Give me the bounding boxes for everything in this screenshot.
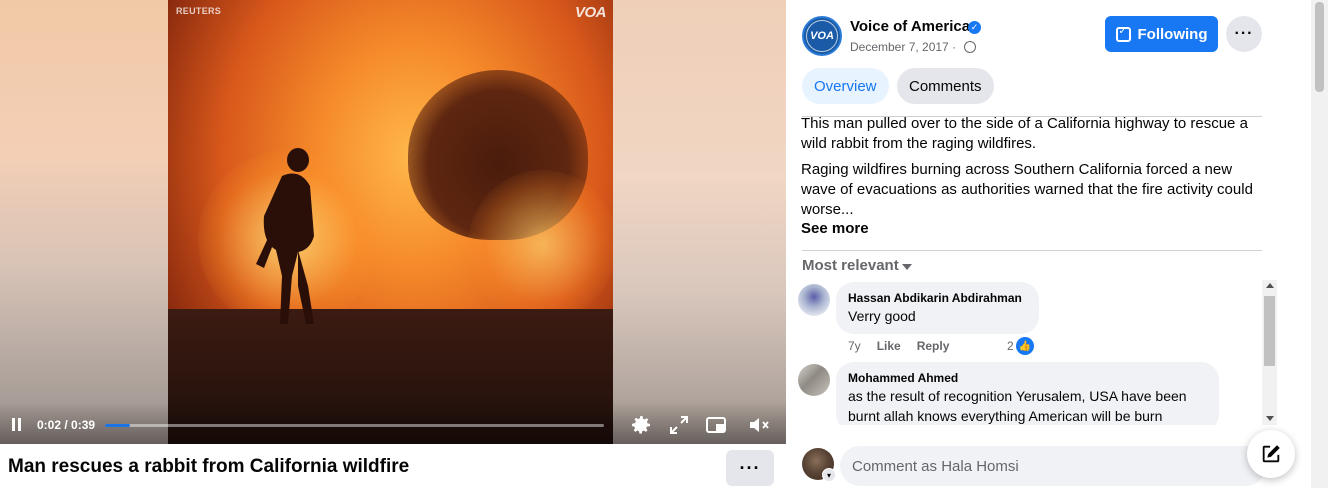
- scroll-thumb[interactable]: [1264, 296, 1275, 366]
- tab-overview[interactable]: Overview: [802, 68, 889, 104]
- page-scrollbar[interactable]: [1311, 0, 1328, 488]
- post-more-button[interactable]: ···: [726, 450, 774, 486]
- video-frame[interactable]: REUTERS: [168, 0, 613, 444]
- progress-fill: [105, 424, 131, 427]
- comment-bubble: Mohammed Ahmed as the result of recognit…: [836, 362, 1219, 425]
- progress-bar[interactable]: [105, 424, 604, 427]
- scroll-up-icon[interactable]: [1266, 283, 1274, 288]
- fullscreen-icon[interactable]: [667, 413, 691, 437]
- see-more-link[interactable]: See more: [801, 220, 869, 237]
- pip-icon[interactable]: [704, 413, 728, 437]
- post-date[interactable]: December 7, 2017 ·: [850, 40, 956, 54]
- avatar[interactable]: [798, 284, 830, 316]
- reaction-number: 2: [1007, 339, 1014, 353]
- scroll-down-icon[interactable]: [1266, 416, 1274, 421]
- comment-age[interactable]: 7y: [848, 339, 861, 353]
- page-name[interactable]: Voice of America: [850, 18, 970, 35]
- avatar[interactable]: [798, 364, 830, 396]
- new-message-button[interactable]: [1247, 430, 1295, 478]
- gear-icon[interactable]: [629, 413, 653, 437]
- comment-author[interactable]: Mohammed Ahmed: [848, 370, 1207, 386]
- comments-scrollbar[interactable]: [1262, 280, 1277, 425]
- video-player[interactable]: REUTERS VOA 0:02 / 0:39: [0, 0, 786, 444]
- chevron-down-icon[interactable]: ▾: [822, 468, 836, 482]
- fire-glow: [468, 170, 613, 320]
- video-title: Man rescues a rabbit from California wil…: [8, 456, 410, 477]
- following-button[interactable]: Following: [1105, 16, 1218, 52]
- page-scroll-thumb[interactable]: [1315, 2, 1324, 92]
- like-button[interactable]: Like: [877, 339, 901, 353]
- comment-text: Verry good: [848, 308, 916, 324]
- page-avatar[interactable]: VOA: [802, 16, 842, 56]
- tab-comments-label: Comments: [909, 77, 982, 95]
- post-description: Raging wildfires burning across Southern…: [801, 161, 1253, 218]
- mute-icon[interactable]: [747, 413, 771, 437]
- chevron-down-icon[interactable]: [902, 264, 912, 270]
- page-more-button[interactable]: ···: [1226, 16, 1262, 52]
- following-check-icon: [1115, 26, 1131, 42]
- video-backdrop-left: [0, 0, 168, 444]
- video-time: 0:02 / 0:39: [37, 418, 96, 432]
- comment-actions: 7y Like Reply: [848, 339, 949, 353]
- video-backdrop-right: [613, 0, 786, 444]
- reaction-count[interactable]: 2 👍: [1007, 337, 1034, 355]
- voa-watermark: VOA: [575, 4, 607, 21]
- comment-bubble: Hassan Abdikarin Abdirahman Verry good: [836, 282, 1039, 334]
- comment-author[interactable]: Hassan Abdikarin Abdirahman: [848, 290, 1027, 306]
- verified-badge-icon: ✓: [968, 21, 981, 34]
- compose-icon: [1262, 445, 1280, 463]
- reply-button[interactable]: Reply: [917, 339, 950, 353]
- pause-icon[interactable]: [10, 418, 24, 432]
- comment-text: as the result of recognition Yerusalem, …: [848, 388, 1187, 424]
- post-description: This man pulled over to the side of a Ca…: [801, 115, 1248, 152]
- watch-post-view: REUTERS VOA 0:02 / 0:39 Man rescues a ra…: [0, 0, 1328, 488]
- tab-comments[interactable]: Comments: [897, 68, 994, 104]
- globe-icon: [964, 41, 976, 53]
- comments-list: Hassan Abdikarin Abdirahman Verry good 7…: [796, 280, 1280, 425]
- comment-input[interactable]: Comment as Hala Homsi: [840, 446, 1266, 486]
- divider: [802, 250, 1262, 251]
- following-label: Following: [1137, 25, 1208, 43]
- thumbs-up-icon: 👍: [1015, 337, 1034, 355]
- comments-sort[interactable]: Most relevant: [802, 257, 899, 274]
- person-silhouette: [256, 148, 314, 324]
- reuters-watermark: REUTERS: [176, 6, 222, 16]
- post-details-panel: VOA Voice of America ✓ December 7, 2017 …: [786, 0, 1328, 488]
- video-controls: 0:02 / 0:39: [0, 402, 786, 444]
